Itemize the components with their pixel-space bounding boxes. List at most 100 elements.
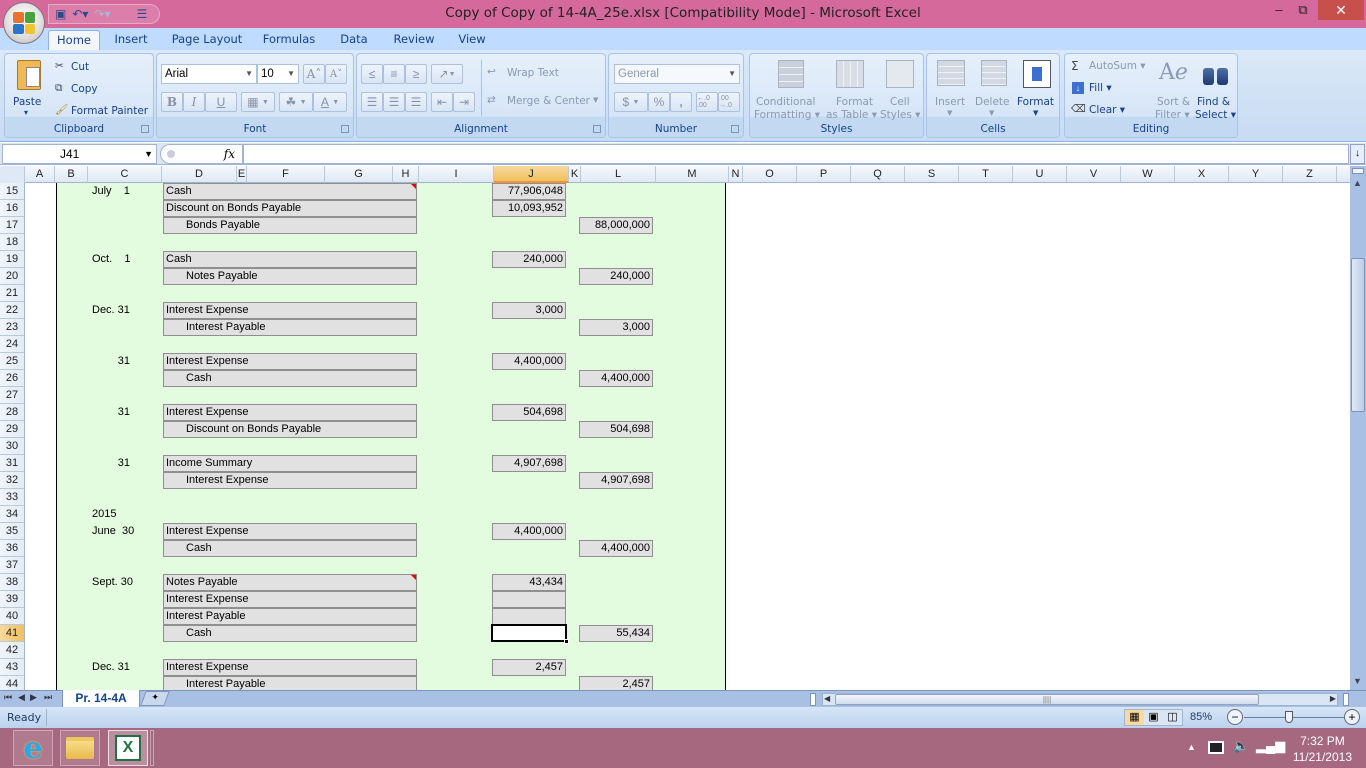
- underline-button[interactable]: U: [205, 92, 237, 112]
- account-cell[interactable]: Discount on Bonds Payable: [163, 421, 417, 438]
- date-cell[interactable]: July 1: [92, 183, 130, 200]
- row-header-24[interactable]: 24: [0, 336, 25, 353]
- column-header-i[interactable]: I: [419, 166, 494, 183]
- hsplit-handle[interactable]: [1343, 693, 1349, 706]
- page-layout-view-button[interactable]: ▣: [1144, 710, 1163, 725]
- debit-cell[interactable]: 4,907,698: [492, 455, 566, 472]
- row-header-20[interactable]: 20: [0, 268, 25, 285]
- tab-home[interactable]: Home: [48, 30, 100, 50]
- account-cell[interactable]: Cash: [163, 370, 417, 387]
- row-header-22[interactable]: 22: [0, 302, 25, 319]
- align-top-button[interactable]: ≤: [361, 64, 383, 84]
- row-header-25[interactable]: 25: [0, 353, 25, 370]
- row-header-32[interactable]: 32: [0, 472, 25, 489]
- row-header-17[interactable]: 17: [0, 217, 25, 234]
- font-size-combo[interactable]: 10 ▼: [257, 64, 299, 84]
- credit-cell[interactable]: 4,400,000: [579, 540, 653, 557]
- clipboard-dialog-launcher[interactable]: [141, 125, 149, 133]
- vertical-scroll-thumb[interactable]: [1351, 258, 1365, 412]
- format-painter-button[interactable]: 🖌 Format Painter: [53, 102, 153, 120]
- wrap-text-button[interactable]: ↩ Wrap Text: [487, 66, 587, 84]
- debit-cell[interactable]: 504,698: [492, 404, 566, 421]
- decrease-decimal-button[interactable]: .00 →.0: [718, 92, 740, 112]
- normal-view-button[interactable]: ▦: [1125, 710, 1144, 725]
- align-left-button[interactable]: ☰: [361, 92, 383, 112]
- account-cell[interactable]: Interest Payable: [163, 608, 417, 625]
- conditional-formatting-button[interactable]: Conditional Formatting ▾: [754, 58, 826, 121]
- fill-handle[interactable]: [564, 639, 569, 644]
- column-header-z[interactable]: Z: [1283, 166, 1337, 183]
- row-header-31[interactable]: 31: [0, 455, 25, 472]
- column-header-o[interactable]: O: [743, 166, 797, 183]
- comment-indicator-icon[interactable]: [411, 575, 416, 580]
- column-header-g[interactable]: G: [325, 166, 393, 183]
- row-header-15[interactable]: 15: [0, 183, 25, 200]
- column-header-b[interactable]: B: [55, 166, 88, 183]
- formula-input[interactable]: [243, 144, 1349, 164]
- vertical-scrollbar[interactable]: ▲ ▼: [1350, 166, 1366, 690]
- row-header-33[interactable]: 33: [0, 489, 25, 506]
- column-header-m[interactable]: M: [656, 166, 729, 183]
- row-header-19[interactable]: 19: [0, 251, 25, 268]
- find-select-button[interactable]: Find & Select ▾: [1195, 58, 1237, 121]
- system-clock[interactable]: 7:32 PM 11/21/2013: [1293, 733, 1352, 765]
- prev-sheet-icon[interactable]: ◀: [18, 692, 25, 703]
- format-as-table-button[interactable]: Format as Table ▾: [826, 58, 877, 121]
- scroll-right-icon[interactable]: ▶: [1330, 694, 1336, 703]
- sheet-tab-pr-14-4a[interactable]: Pr. 14-4A: [62, 690, 140, 708]
- debit-cell[interactable]: 4,400,000: [492, 523, 566, 540]
- office-button[interactable]: [3, 2, 45, 44]
- date-cell[interactable]: Sept. 30: [92, 574, 133, 591]
- comment-indicator-icon[interactable]: [411, 184, 416, 189]
- row-header-29[interactable]: 29: [0, 421, 25, 438]
- debit-cell[interactable]: 77,906,048: [492, 183, 566, 200]
- debit-cell[interactable]: 43,434: [492, 574, 566, 591]
- scroll-up-icon[interactable]: ▲: [1353, 178, 1362, 188]
- row-header-34[interactable]: 34: [0, 506, 25, 523]
- account-cell[interactable]: Interest Expense: [163, 353, 417, 370]
- row-header-18[interactable]: 18: [0, 234, 25, 251]
- column-header-s[interactable]: S: [905, 166, 959, 183]
- number-dialog-launcher[interactable]: [731, 125, 739, 133]
- tab-split-handle[interactable]: [810, 693, 816, 706]
- percent-button[interactable]: %: [648, 92, 670, 112]
- expand-formula-bar-button[interactable]: ↓: [1350, 144, 1365, 164]
- column-header-p[interactable]: P: [797, 166, 851, 183]
- column-header-x[interactable]: X: [1175, 166, 1229, 183]
- scroll-left-icon[interactable]: ◀: [824, 694, 830, 703]
- select-all-button[interactable]: [0, 166, 25, 183]
- selected-cell-j41[interactable]: [491, 624, 569, 644]
- date-cell[interactable]: Oct. 1: [92, 251, 131, 268]
- last-sheet-icon[interactable]: ⏭: [44, 692, 52, 703]
- row-header-37[interactable]: 37: [0, 557, 25, 574]
- borders-button[interactable]: ▦ ▼: [241, 92, 275, 112]
- column-header-c[interactable]: C: [88, 166, 162, 183]
- worksheet-grid[interactable]: ABCDEFGHIJKLMNOPQSTUVWXYZ 15 16 17 18 19 20 21…: [0, 166, 1350, 690]
- font-name-combo[interactable]: Arial ▼: [161, 64, 257, 84]
- tab-page-layout[interactable]: Page Layout: [168, 30, 246, 50]
- insert-cells-button[interactable]: Insert ▼: [931, 58, 971, 120]
- date-cell[interactable]: 2015: [92, 506, 116, 523]
- account-cell[interactable]: Interest Expense: [163, 659, 417, 676]
- row-header-21[interactable]: 21: [0, 285, 25, 302]
- date-cell[interactable]: Dec. 31: [92, 302, 130, 319]
- row-header-41[interactable]: 41: [0, 625, 25, 642]
- network-signal-icon[interactable]: ▂▄▆: [1256, 738, 1285, 754]
- align-center-button[interactable]: ☰: [383, 92, 405, 112]
- tab-insert[interactable]: Insert: [108, 30, 154, 50]
- zoom-out-button[interactable]: −: [1227, 709, 1243, 725]
- account-cell[interactable]: Interest Expense: [163, 404, 417, 421]
- taskbar-excel[interactable]: X: [108, 730, 148, 766]
- row-header-27[interactable]: 27: [0, 387, 25, 404]
- debit-cell[interactable]: [492, 591, 566, 608]
- row-header-30[interactable]: 30: [0, 438, 25, 455]
- name-box[interactable]: J41 ▼: [2, 144, 157, 164]
- paste-dropdown-icon[interactable]: ▾: [24, 108, 28, 117]
- column-header-d[interactable]: D: [162, 166, 237, 183]
- sort-filter-button[interactable]: Aℯ Sort & Filter ▾: [1153, 58, 1193, 121]
- format-cells-button[interactable]: Format ▼: [1015, 58, 1059, 120]
- alignment-dialog-launcher[interactable]: [593, 125, 601, 133]
- column-header-e[interactable]: E: [237, 166, 247, 183]
- chevron-down-icon[interactable]: ▼: [144, 145, 153, 163]
- show-hidden-icons[interactable]: ▲: [1187, 742, 1196, 752]
